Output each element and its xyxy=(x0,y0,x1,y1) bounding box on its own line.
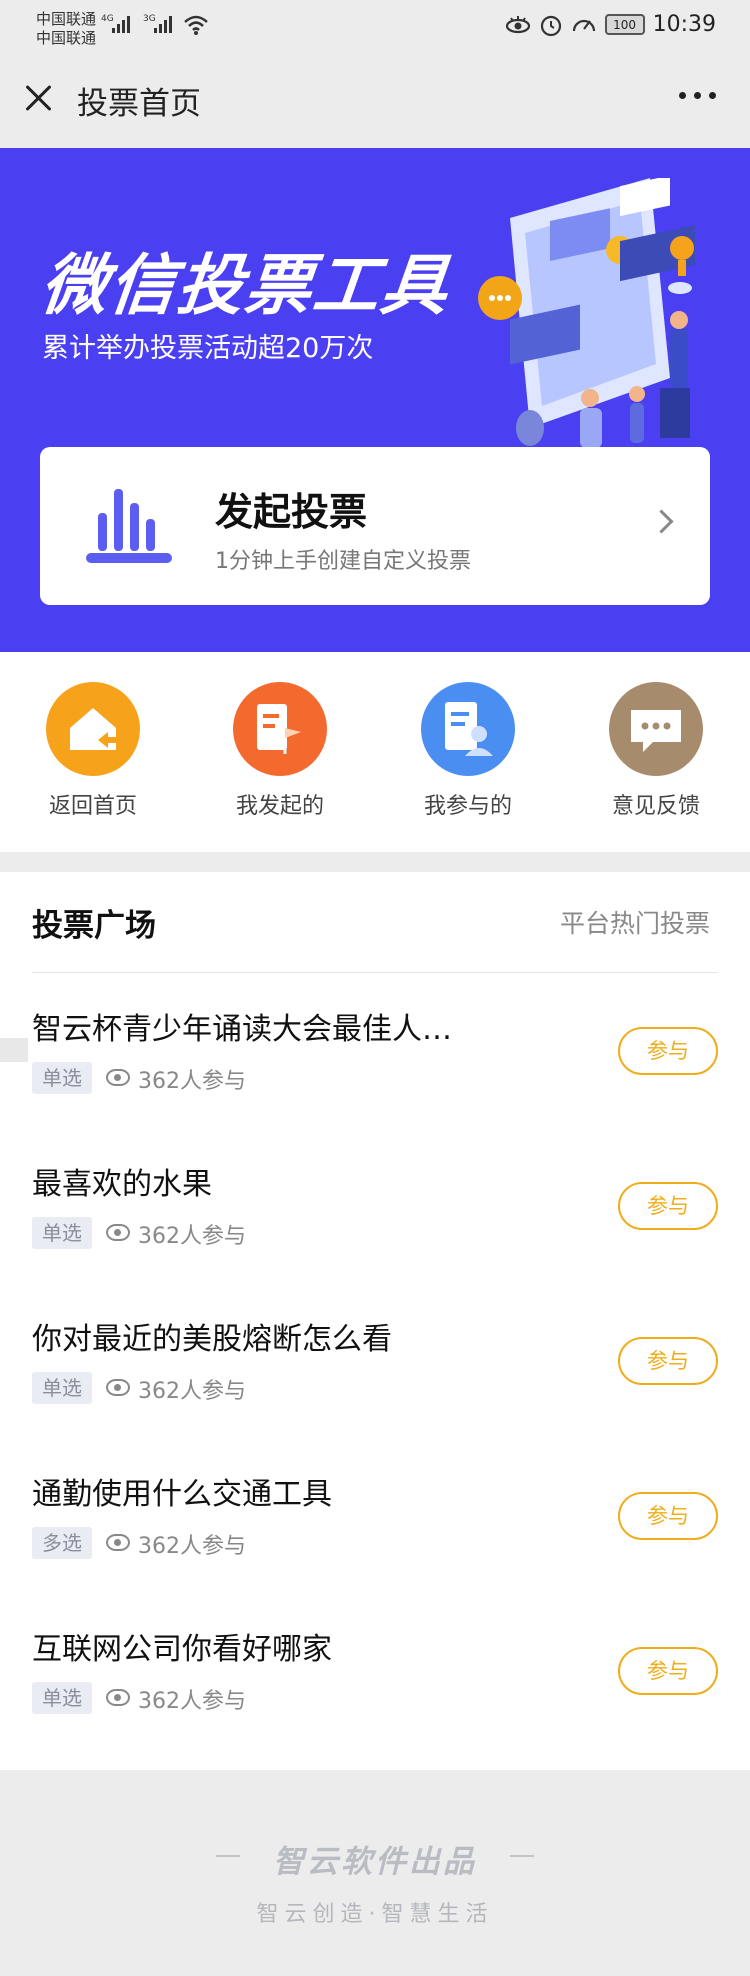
nav-bar: 投票首页 xyxy=(0,58,750,148)
poll-title: 通勤使用什么交通工具 xyxy=(32,1477,332,1512)
quick-nav-feedback[interactable]: 意见反馈 xyxy=(581,682,731,820)
poll-square: 投票广场 平台热门投票 智云杯青少年诵读大会最佳人… 单选 362人参与 参与 … xyxy=(0,872,750,1770)
hero-banner: 微信投票工具 累计举办投票活动超20万次 发起投票 1分钟上手创建自定义投票 xyxy=(0,148,750,652)
slogan-text: 智云创造·智慧生活 xyxy=(256,1902,494,1927)
eye-icon xyxy=(106,1069,130,1086)
create-poll-card[interactable]: 发起投票 1分钟上手创建自定义投票 xyxy=(40,447,710,605)
signal-icon xyxy=(112,16,130,33)
chevron-right-icon xyxy=(649,509,674,534)
poll-type-tag: 单选 xyxy=(32,1372,92,1404)
status-bar: 中国联通 中国联通 4G 3G 100 10:39 xyxy=(0,0,750,58)
create-poll-title: 发起投票 xyxy=(215,490,368,534)
page-title: 投票首页 xyxy=(77,86,201,122)
eye-icon xyxy=(106,1534,130,1551)
participant-count: 362人参与 xyxy=(138,1069,246,1094)
poll-title: 你对最近的美股熔断怎么看 xyxy=(32,1322,392,1357)
alarm-icon xyxy=(540,15,561,36)
section-subtitle: 平台热门投票 xyxy=(559,909,710,938)
divider xyxy=(32,972,718,973)
close-icon[interactable] xyxy=(20,80,56,116)
poll-title: 最喜欢的水果 xyxy=(32,1167,212,1202)
bar-chart-icon xyxy=(86,489,172,563)
join-button[interactable]: 参与 xyxy=(618,1182,718,1230)
speedometer-icon xyxy=(572,19,595,31)
join-button[interactable]: 参与 xyxy=(618,1337,718,1385)
eye-comfort-icon xyxy=(505,15,530,33)
participant-count: 362人参与 xyxy=(138,1379,246,1404)
flag-doc-icon xyxy=(233,682,327,776)
quick-nav-participated[interactable]: 我参与的 xyxy=(393,682,543,820)
signal-icon-2 xyxy=(154,16,172,33)
banner-subtitle: 累计举办投票活动超20万次 xyxy=(42,333,374,364)
poll-title: 智云杯青少年诵读大会最佳人… xyxy=(32,1012,452,1047)
wifi-icon xyxy=(184,15,208,35)
join-button[interactable]: 参与 xyxy=(618,1492,718,1540)
poll-item[interactable]: 最喜欢的水果 单选 362人参与 参与 xyxy=(0,1137,750,1292)
poll-item[interactable]: 你对最近的美股熔断怎么看 单选 362人参与 参与 xyxy=(0,1292,750,1447)
carrier-labels: 中国联通 中国联通 xyxy=(36,10,96,48)
quick-nav-label: 意见反馈 xyxy=(611,794,700,819)
clock: 10:39 xyxy=(652,12,716,37)
section-title: 投票广场 xyxy=(32,908,156,944)
eye-icon xyxy=(106,1689,130,1706)
participant-count: 362人参与 xyxy=(138,1534,246,1559)
participant-count: 362人参与 xyxy=(138,1224,246,1249)
poll-title: 互联网公司你看好哪家 xyxy=(32,1632,332,1667)
quick-nav-home[interactable]: 返回首页 xyxy=(18,682,168,820)
join-button[interactable]: 参与 xyxy=(618,1647,718,1695)
chat-icon xyxy=(609,682,703,776)
quick-nav-label: 我参与的 xyxy=(423,794,512,819)
poll-type-tag: 单选 xyxy=(32,1062,92,1094)
create-poll-subtitle: 1分钟上手创建自定义投票 xyxy=(215,549,471,574)
join-button[interactable]: 参与 xyxy=(618,1027,718,1075)
eye-icon xyxy=(106,1379,130,1396)
poll-type-tag: 单选 xyxy=(32,1217,92,1249)
banner-title: 微信投票工具 xyxy=(37,247,454,324)
quick-nav: 返回首页 我发起的 我参与的 意见反馈 xyxy=(0,652,750,852)
poll-item[interactable]: 智云杯青少年诵读大会最佳人… 单选 362人参与 参与 xyxy=(0,982,750,1137)
carrier-2: 中国联通 xyxy=(36,29,97,47)
poll-item[interactable]: 互联网公司你看好哪家 单选 362人参与 参与 xyxy=(0,1602,750,1757)
status-right: 100 10:39 xyxy=(505,12,716,37)
user-doc-icon xyxy=(421,682,515,776)
eye-icon xyxy=(106,1224,130,1241)
home-icon xyxy=(46,682,140,776)
footer: 智云软件出品 智云创造·智慧生活 xyxy=(0,1770,750,1976)
battery-level: 100 xyxy=(613,17,637,32)
participant-count: 362人参与 xyxy=(138,1689,246,1714)
poll-item[interactable]: 通勤使用什么交通工具 多选 362人参与 参与 xyxy=(0,1447,750,1602)
divider xyxy=(510,1855,534,1857)
carrier-1: 中国联通 xyxy=(36,10,97,28)
quick-nav-initiated[interactable]: 我发起的 xyxy=(205,682,355,820)
poll-type-tag: 多选 xyxy=(32,1527,92,1559)
brand-text: 智云软件出品 xyxy=(273,1844,477,1880)
quick-nav-label: 我发起的 xyxy=(235,794,324,819)
quick-nav-label: 返回首页 xyxy=(48,794,137,819)
poll-type-tag: 单选 xyxy=(32,1682,92,1714)
more-menu-icon[interactable] xyxy=(679,92,716,99)
battery-icon: 100 xyxy=(604,14,645,35)
